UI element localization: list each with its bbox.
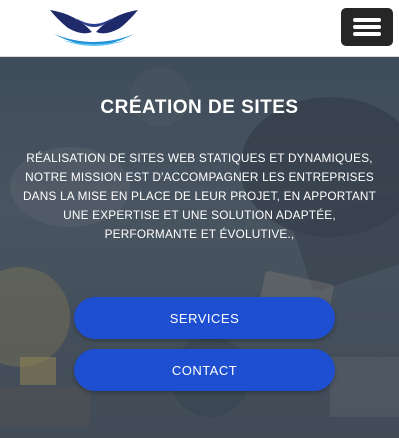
hero-description: RÉALISATION DE SITES WEB STATIQUES ET DY… — [22, 151, 377, 241]
hero-title: CRÉATION DE SITES — [100, 97, 299, 118]
site-header — [0, 0, 399, 57]
menu-toggle-button[interactable] — [341, 8, 393, 46]
contact-button[interactable]: CONTACT — [74, 349, 335, 391]
hero-section: CRÉATION DE SITES RÉALISATION DE SITES W… — [0, 57, 399, 438]
services-button[interactable]: SERVICES — [74, 297, 335, 339]
brand-logo-icon[interactable] — [46, 6, 142, 50]
hamburger-menu-icon — [353, 18, 381, 22]
hamburger-bar — [353, 32, 381, 36]
hamburger-bar — [353, 25, 381, 29]
hero-content: CRÉATION DE SITES RÉALISATION DE SITES W… — [0, 57, 399, 438]
